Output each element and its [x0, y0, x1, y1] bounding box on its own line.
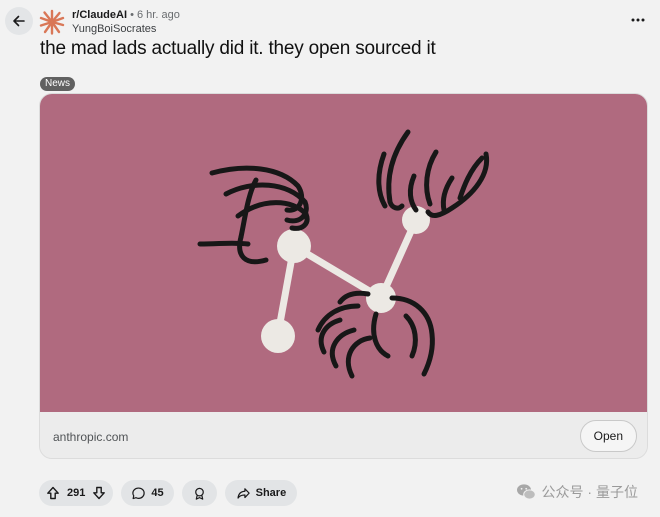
- post-time: 6 hr. ago: [137, 9, 180, 21]
- author-name[interactable]: YungBoiSocrates: [72, 22, 180, 36]
- open-link-button[interactable]: Open: [579, 420, 637, 452]
- post-actions-bar: 291 45 Share: [39, 480, 298, 506]
- more-options-button[interactable]: [628, 13, 648, 27]
- award-icon: [192, 486, 207, 501]
- post-title[interactable]: the mad lads actually did it. they open …: [40, 38, 436, 60]
- subreddit-icon[interactable]: [39, 9, 65, 35]
- post-flair[interactable]: News: [40, 77, 76, 91]
- upvote-count: 291: [67, 487, 86, 499]
- hands-network-illustration: [197, 129, 490, 379]
- back-button[interactable]: [5, 7, 33, 35]
- share-arrow-icon: [236, 486, 251, 501]
- post-meta-top: r/ClaudeAI • 6 hr. ago: [72, 8, 180, 22]
- award-button[interactable]: [181, 480, 217, 506]
- watermark-text: 公众号 · 量子位: [541, 484, 638, 500]
- link-card-footer: anthropic.com Open: [40, 412, 647, 458]
- link-domain[interactable]: anthropic.com: [53, 430, 128, 444]
- post-meta: r/ClaudeAI • 6 hr. ago YungBoiSocrates: [72, 8, 180, 36]
- arrow-left-icon: [11, 13, 27, 29]
- link-card[interactable]: anthropic.com Open: [39, 93, 648, 459]
- share-button[interactable]: Share: [224, 480, 298, 506]
- arrow-down-icon[interactable]: [91, 485, 107, 501]
- more-horizontal-icon: [631, 18, 645, 22]
- share-label: Share: [255, 487, 287, 499]
- vote-control: 291: [39, 480, 114, 506]
- comment-count: 45: [151, 487, 164, 499]
- arrow-up-icon[interactable]: [45, 485, 61, 501]
- wechat-icon: [516, 483, 536, 501]
- link-card-image[interactable]: [40, 94, 647, 412]
- watermark: 公众号 · 量子位: [516, 482, 638, 502]
- meta-separator: •: [130, 9, 134, 21]
- post-page: r/ClaudeAI • 6 hr. ago YungBoiSocrates t…: [0, 0, 660, 517]
- comment-bubble-icon: [131, 486, 146, 501]
- subreddit-name[interactable]: r/ClaudeAI: [72, 9, 127, 21]
- comments-button[interactable]: 45: [121, 480, 174, 506]
